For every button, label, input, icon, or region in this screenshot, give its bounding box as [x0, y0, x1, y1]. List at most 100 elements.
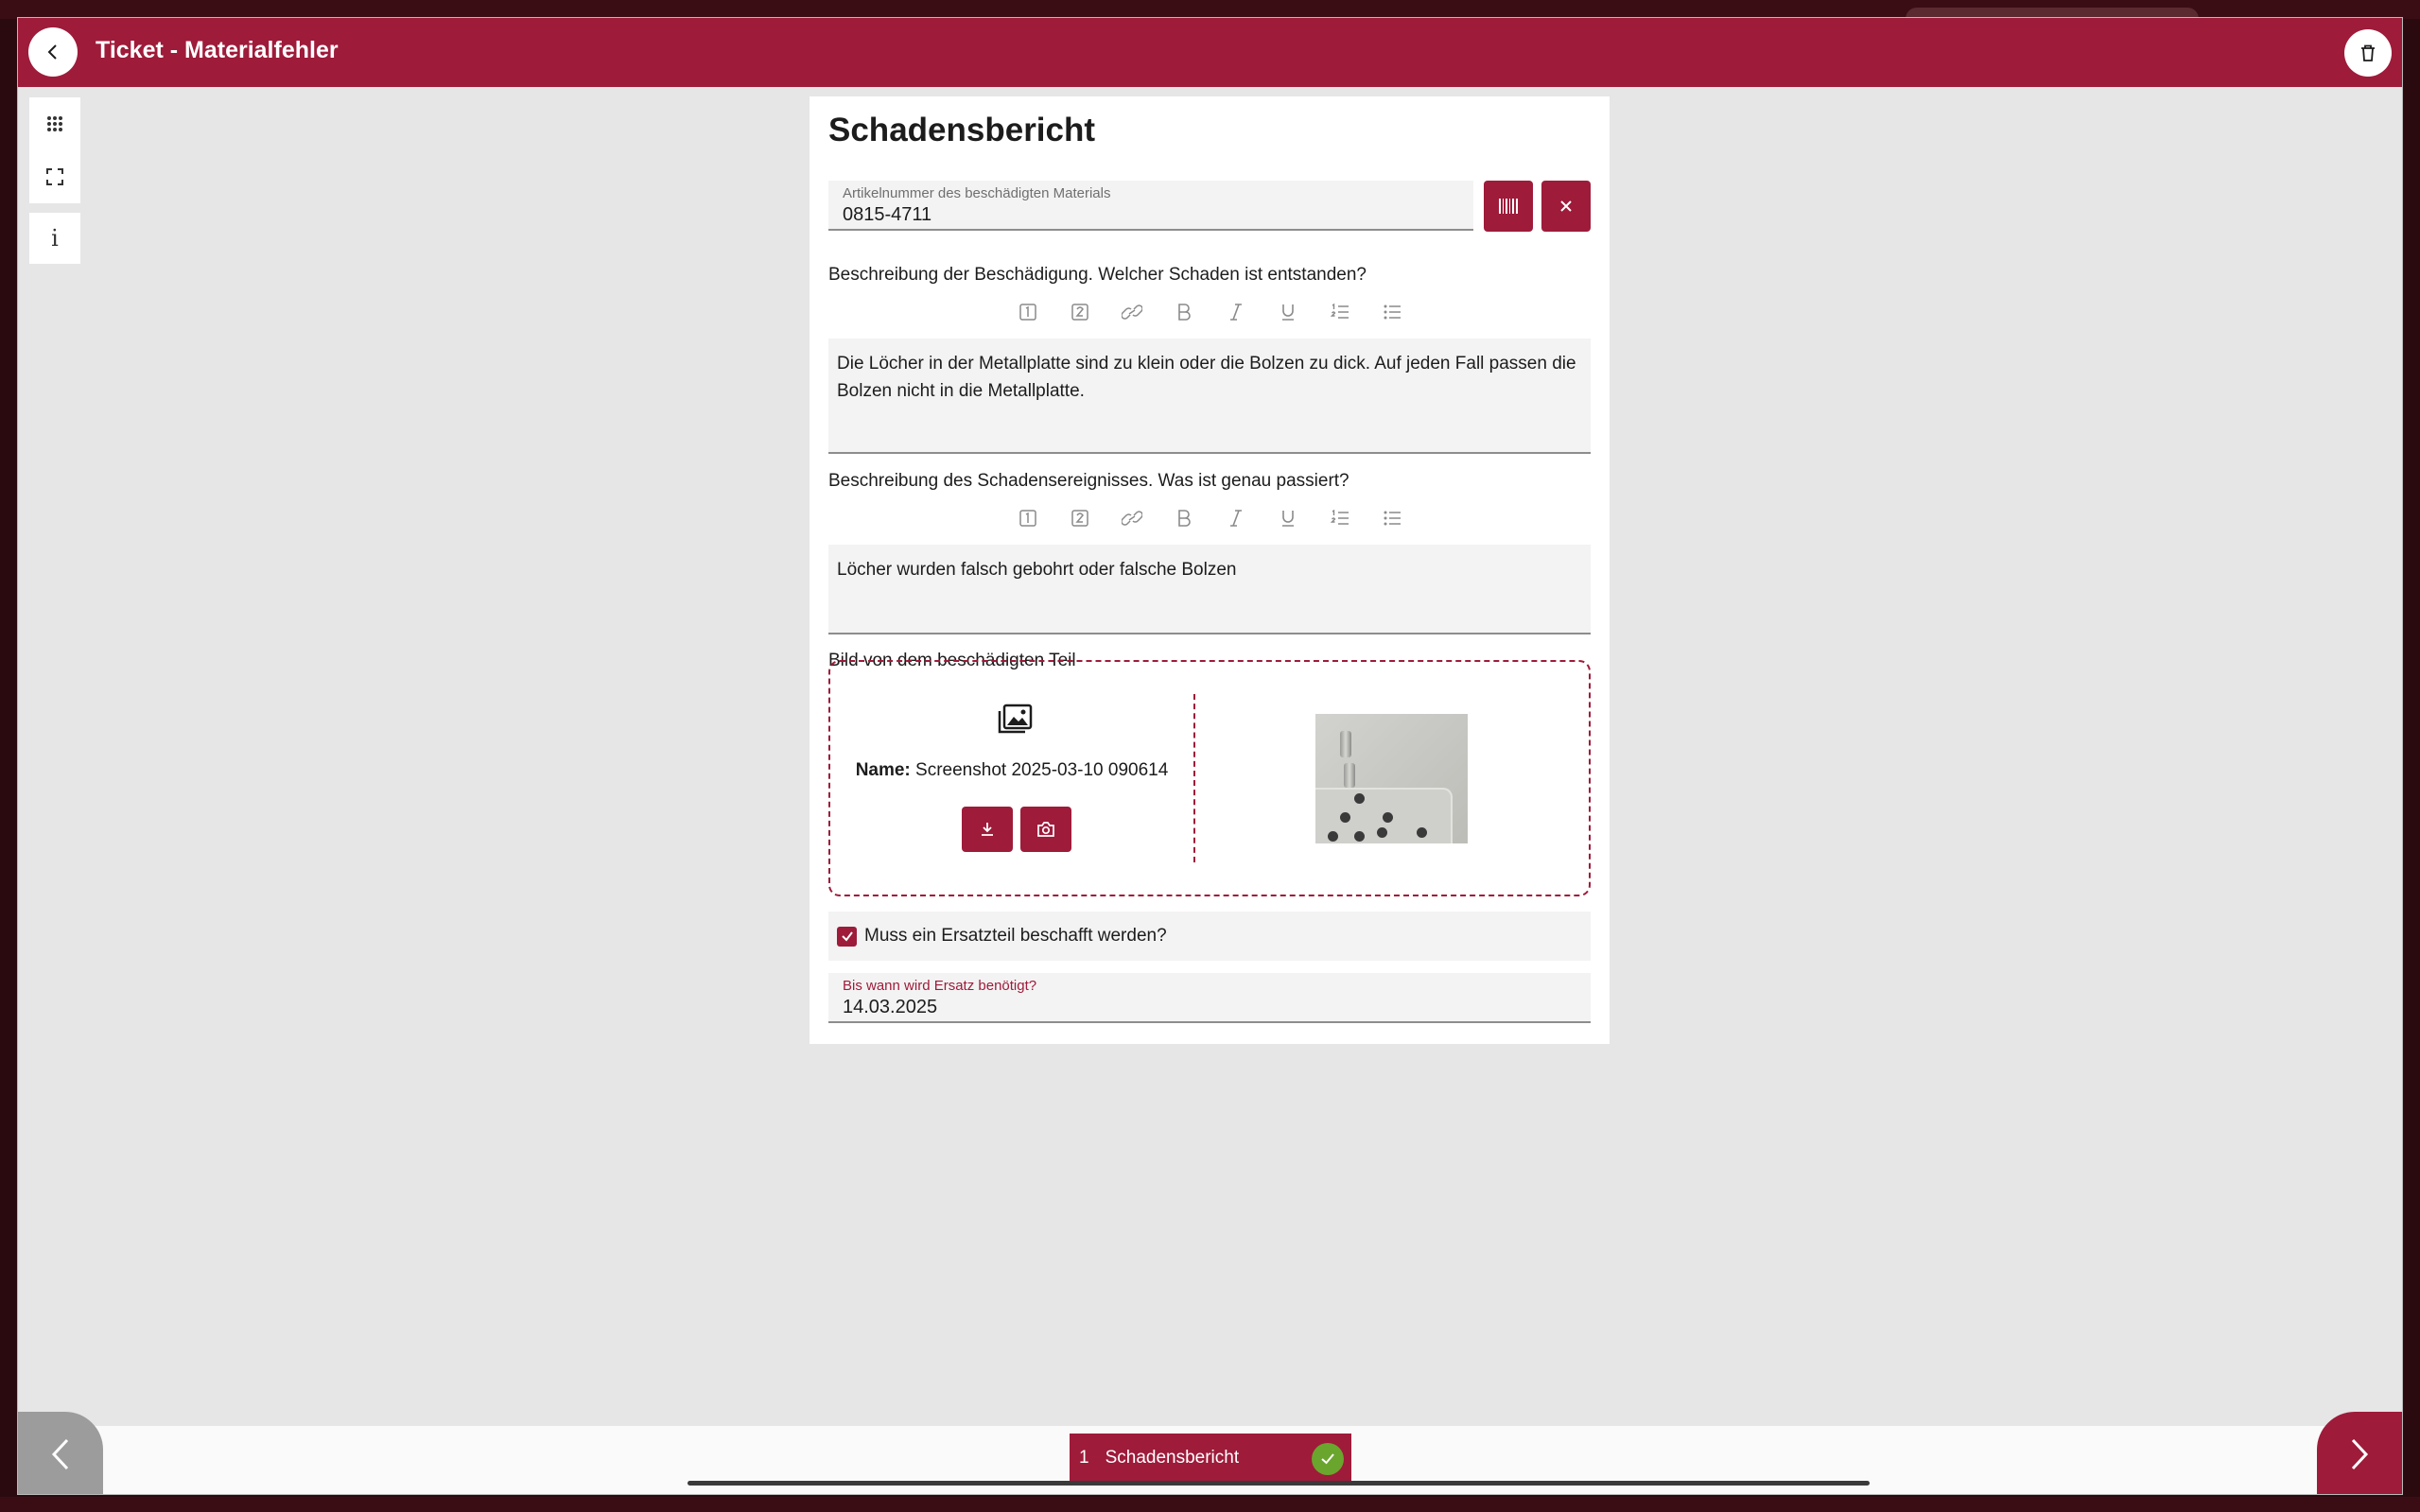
italic-icon — [1229, 510, 1242, 527]
image-upload-box[interactable]: Name: Screenshot 2025-03-10 090614 — [828, 660, 1591, 896]
bullet-list-icon — [1384, 511, 1401, 526]
link-button[interactable] — [1118, 505, 1145, 531]
ordered-list-button[interactable] — [1326, 505, 1353, 531]
article-number-field[interactable]: Artikelnummer des beschädigten Materials… — [828, 181, 1473, 231]
event-description-editor[interactable]: Löcher wurden falsch gebohrt oder falsch… — [828, 545, 1591, 634]
underline-button[interactable] — [1274, 505, 1301, 531]
upload-divider — [1193, 694, 1195, 862]
heading-2-button[interactable] — [1066, 505, 1093, 531]
check-icon — [1321, 1453, 1334, 1465]
event-description-label: Beschreibung des Schadensereignisses. Wa… — [828, 471, 1349, 491]
replacement-checkbox-row[interactable]: Muss ein Ersatzteil beschafft werden? — [828, 912, 1591, 961]
bullet-list-icon — [1384, 304, 1401, 320]
file-name-value: Screenshot 2025-03-10 090614 — [915, 760, 1169, 780]
hole-shape — [1340, 812, 1350, 823]
bolt-shape — [1340, 731, 1351, 757]
heading-2-button[interactable] — [1066, 299, 1093, 325]
heading-1-button[interactable] — [1014, 505, 1041, 531]
damage-description-editor[interactable]: Die Löcher in der Metallplatte sind zu k… — [828, 339, 1591, 454]
article-number-label: Artikelnummer des beschädigten Materials — [843, 185, 1111, 201]
hole-shape — [1354, 793, 1365, 804]
form-title: Schadensbericht — [828, 112, 1096, 148]
info-icon: i — [51, 225, 59, 252]
underline-button[interactable] — [1274, 299, 1301, 325]
next-step-button[interactable] — [2317, 1412, 2402, 1494]
italic-button[interactable] — [1222, 299, 1249, 325]
page-title: Ticket - Materialfehler — [96, 37, 339, 63]
fullscreen-icon — [46, 168, 63, 185]
ordered-list-icon — [1330, 303, 1349, 319]
ordered-list-button[interactable] — [1326, 299, 1353, 325]
step-number: 1 — [1079, 1448, 1089, 1468]
download-button[interactable] — [962, 807, 1013, 852]
step-complete-badge — [1312, 1443, 1344, 1475]
bullet-list-button[interactable] — [1378, 505, 1405, 531]
bullet-list-button[interactable] — [1378, 299, 1405, 325]
date-value: 14.03.2025 — [843, 997, 938, 1017]
info-button[interactable]: i — [29, 213, 80, 264]
file-name-label: Name: — [855, 760, 911, 780]
file-name: Name: Screenshot 2025-03-10 090614 — [830, 760, 1193, 781]
camera-button[interactable] — [1020, 807, 1071, 852]
underline-icon — [1281, 304, 1294, 321]
damage-report-form: Schadensbericht Artikelnummer des beschä… — [810, 96, 1610, 1044]
info-toolbar: i — [29, 213, 80, 264]
fullscreen-button[interactable] — [29, 151, 80, 202]
article-number-value: 0815-4711 — [843, 204, 932, 225]
background-bottom-bar — [0, 1497, 2420, 1512]
check-icon — [841, 931, 853, 942]
bold-button[interactable] — [1170, 505, 1197, 531]
bold-icon — [1177, 304, 1191, 321]
link-icon — [1121, 511, 1142, 526]
top-bar: Ticket - Materialfehler — [18, 18, 2402, 87]
horizontal-scrollbar[interactable] — [688, 1481, 1870, 1486]
link-icon — [1121, 304, 1142, 320]
italic-button[interactable] — [1222, 505, 1249, 531]
chevron-right-icon — [2351, 1438, 2369, 1469]
heading-2-icon — [1071, 304, 1088, 321]
metal-plate-shape — [1315, 788, 1453, 843]
bolt-shape — [1344, 763, 1355, 788]
heading-1-icon — [1018, 304, 1036, 321]
link-button[interactable] — [1118, 299, 1145, 325]
italic-icon — [1229, 304, 1242, 321]
scan-barcode-button[interactable] — [1484, 181, 1533, 232]
heading-1-button[interactable] — [1014, 299, 1041, 325]
heading-1-icon — [1018, 510, 1036, 527]
hole-shape — [1417, 827, 1427, 838]
bold-button[interactable] — [1170, 299, 1197, 325]
rich-text-toolbar — [810, 504, 1610, 532]
step-label: Schadensbericht — [1105, 1448, 1240, 1468]
chevron-left-icon — [51, 1438, 69, 1469]
camera-icon — [1037, 822, 1054, 837]
clear-article-button[interactable] — [1541, 181, 1591, 232]
date-label: Bis wann wird Ersatz benötigt? — [843, 978, 1037, 994]
underline-icon — [1281, 511, 1294, 527]
download-icon — [982, 823, 993, 836]
date-field[interactable]: Bis wann wird Ersatz benötigt? 14.03.202… — [828, 973, 1591, 1023]
ordered-list-icon — [1330, 509, 1349, 525]
back-button[interactable] — [28, 27, 78, 77]
ticket-modal: Ticket - Materialfehler i Schadensberich… — [17, 17, 2403, 1495]
hole-shape — [1328, 831, 1338, 842]
apps-grid-button[interactable] — [29, 98, 80, 149]
chevron-left-icon — [47, 44, 57, 60]
rich-text-toolbar — [810, 298, 1610, 326]
side-toolbar — [29, 97, 80, 203]
replacement-checkbox-label: Muss ein Ersatzteil beschafft werden? — [864, 926, 1167, 946]
close-icon — [1560, 200, 1572, 212]
previous-step-button[interactable] — [18, 1412, 103, 1494]
delete-button[interactable] — [2344, 29, 2392, 77]
replacement-checkbox[interactable] — [837, 926, 857, 947]
hole-shape — [1377, 827, 1387, 838]
heading-2-icon — [1071, 510, 1088, 527]
damaged-part-thumbnail[interactable] — [1315, 714, 1468, 843]
barcode-icon — [1499, 199, 1518, 214]
grid-icon — [47, 116, 62, 131]
hole-shape — [1383, 812, 1393, 823]
hole-shape — [1354, 831, 1365, 842]
damage-description-label: Beschreibung der Beschädigung. Welcher S… — [828, 265, 1367, 285]
background-app-bar — [0, 0, 2420, 30]
step-item-1[interactable]: 1 Schadensbericht — [1070, 1434, 1351, 1483]
trash-icon — [2361, 44, 2375, 61]
